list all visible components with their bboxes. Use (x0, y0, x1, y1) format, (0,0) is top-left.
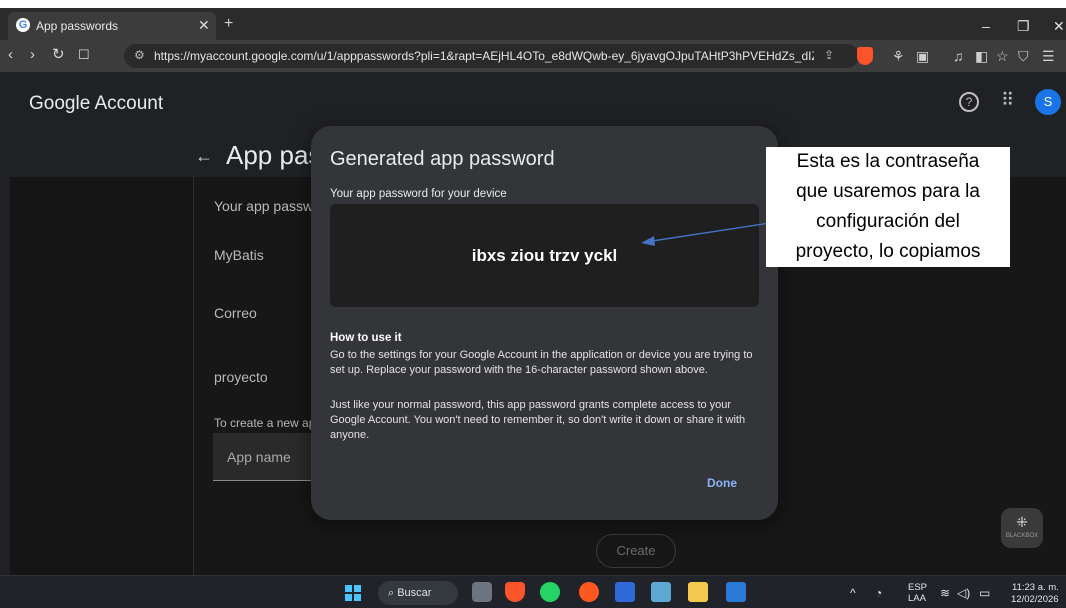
annotation-line-4: proyecto, lo copiamos (795, 241, 981, 262)
windows-taskbar: ⌕ Buscar ^ ◔ ESP LAA ≋ ◁) ▭ 11:23 a. m. … (0, 575, 1066, 608)
annotation-line-1: Esta es la contraseña (796, 151, 980, 172)
app-cube-icon[interactable] (615, 582, 635, 602)
tray-overflow-icon[interactable]: ^ (850, 586, 856, 600)
battery-icon[interactable]: ▭ (979, 586, 990, 600)
clock-date[interactable]: 12/02/2026 (1011, 594, 1059, 605)
tray-app-icon[interactable]: ◔ (875, 586, 882, 600)
brave-browser-icon[interactable] (505, 582, 525, 602)
taskbar-search[interactable]: ⌕ Buscar (378, 581, 458, 605)
language-code[interactable]: ESP (908, 582, 927, 593)
wifi-icon[interactable]: ≋ (940, 586, 950, 600)
annotation-line-3: configuración del (816, 211, 960, 232)
whatsapp-icon[interactable] (540, 582, 560, 602)
language-layout[interactable]: LAA (908, 593, 926, 604)
clock-time[interactable]: 11:23 a. m. (1012, 582, 1059, 593)
search-label: Buscar (397, 587, 432, 599)
task-view-icon[interactable] (472, 582, 492, 602)
volume-icon[interactable]: ◁) (957, 586, 970, 600)
database-icon[interactable] (651, 582, 671, 602)
file-explorer-icon[interactable] (688, 582, 708, 602)
search-icon: ⌕ (388, 587, 398, 599)
annotation-text: Esta es la contraseña que usaremos para … (766, 147, 1010, 267)
word-icon[interactable] (726, 582, 746, 602)
windows-start-icon[interactable] (345, 585, 361, 601)
annotation-arrow (641, 222, 771, 246)
annotation-line-2: que usaremos para la (796, 181, 980, 202)
postman-icon[interactable] (579, 582, 599, 602)
